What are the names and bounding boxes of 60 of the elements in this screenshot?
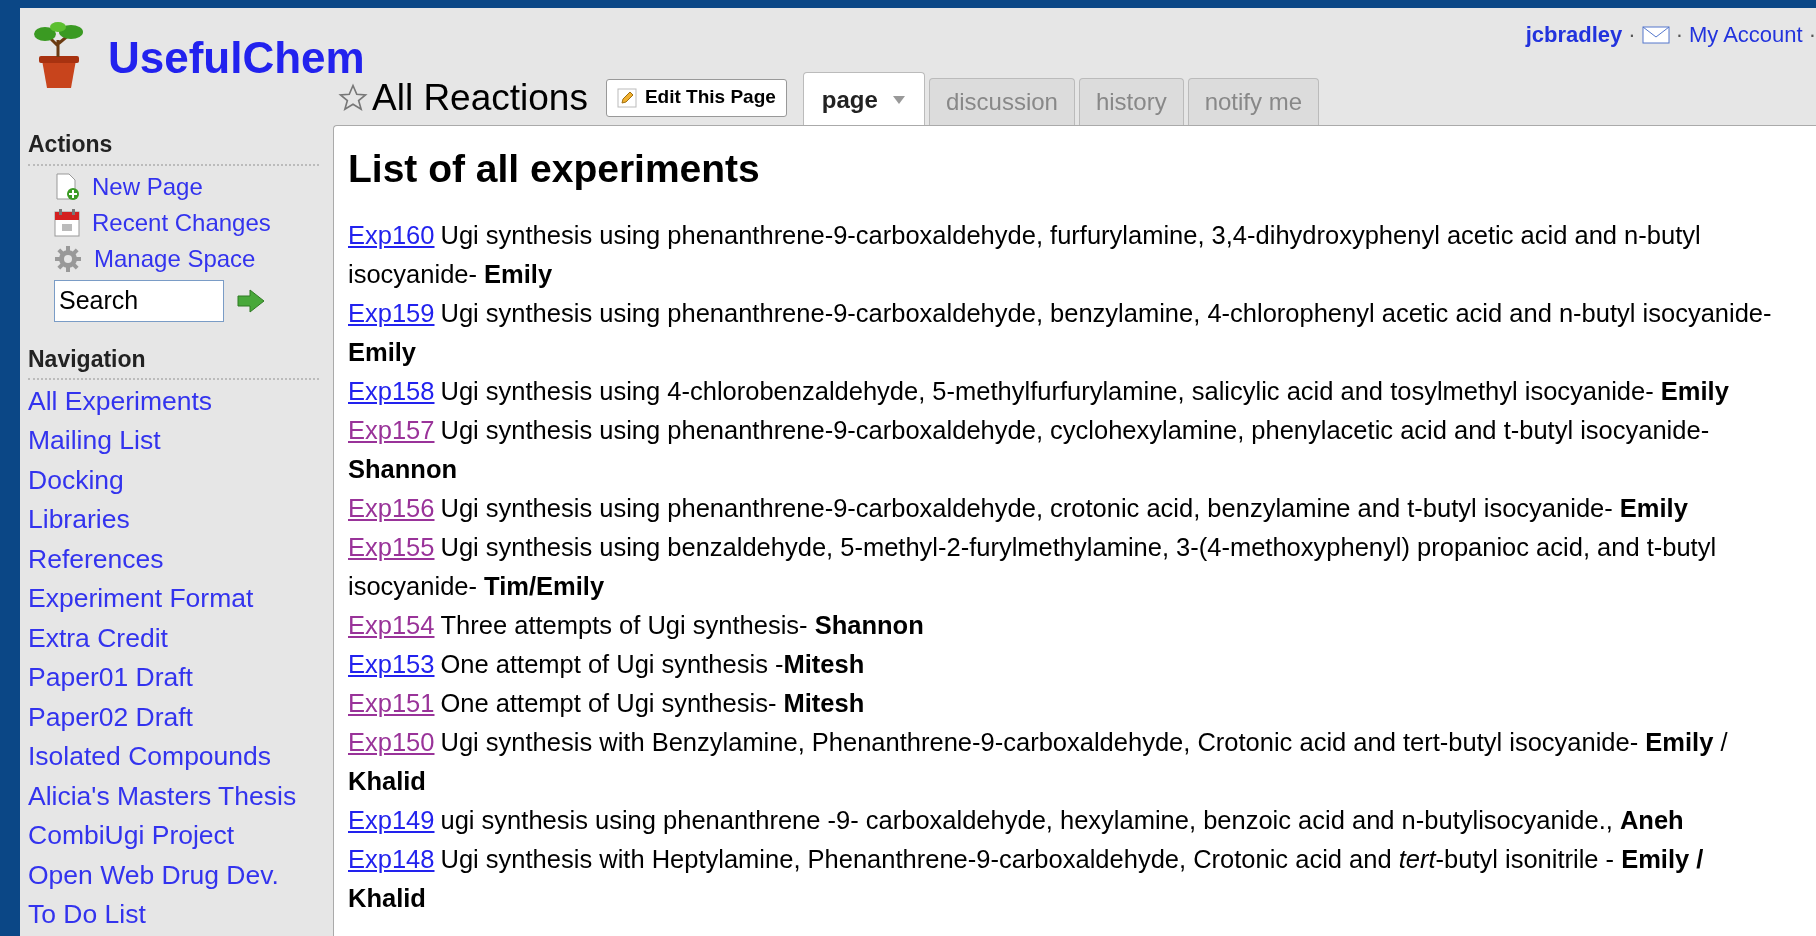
separator-dot: · — [1808, 22, 1816, 48]
pencil-icon — [616, 87, 637, 108]
action-link[interactable]: Recent Changes — [92, 204, 271, 241]
content-heading: List of all experiments — [348, 146, 761, 192]
nav-link[interactable]: To Do List — [28, 895, 146, 936]
experiment-link[interactable]: Exp149 — [348, 806, 435, 834]
separator-dot: · — [1675, 22, 1683, 48]
experiment-link[interactable]: Exp150 — [348, 728, 435, 756]
experiment-link[interactable]: Exp156 — [348, 494, 435, 522]
experiment-entry: Exp158 Ugi synthesis using 4-chlorobenzaldehyde, 5-methylfurfurylamine, salicylic acid and tosylmethyl isocyanide- Emily — [348, 376, 1730, 407]
experiment-link[interactable]: Exp153 — [348, 650, 435, 678]
experiment-link[interactable]: Exp158 — [348, 377, 435, 405]
action-link[interactable]: New Page — [92, 168, 203, 205]
nav-link[interactable]: Isolated Compounds — [28, 737, 272, 778]
separator-dot: · — [1628, 22, 1636, 48]
experiment-link[interactable]: Exp155 — [348, 533, 435, 561]
experiment-entry: Exp159 Ugi synthesis using phenanthrene-9-carboxaldehyde, benzylamine, 4-chlorophenyl acetic acid and n-butyl isocyanide- Emily — [348, 298, 1773, 368]
section-heading: Navigation — [28, 341, 319, 380]
experiment-entry: Exp155 Ugi synthesis using benzaldehyde, 5-methyl-2-furylmethylamine, 3-(4-methoxyphenyl) propanioc acid, and t-butyl isocyanide- Tim/Emily — [348, 532, 1718, 602]
calendar-icon — [54, 208, 80, 237]
edit-page-button[interactable]: Edit This Page — [605, 78, 787, 117]
gear-icon — [54, 244, 82, 273]
go-arrow-icon[interactable] — [236, 287, 266, 314]
action-link[interactable]: Manage Space — [94, 240, 256, 277]
site-title[interactable]: UsefulChem — [108, 34, 365, 82]
nav-link[interactable]: CombiUgi Project — [28, 816, 235, 857]
nav-link[interactable]: All Experiments — [28, 381, 213, 422]
experiment-link[interactable]: Exp154 — [348, 611, 435, 639]
nav-link[interactable]: References — [28, 539, 164, 580]
nav-link[interactable]: Open Web Drug Dev. — [28, 855, 279, 896]
username-link[interactable]: jcbradley — [1525, 22, 1623, 48]
nav-link[interactable]: Paper02 Draft — [28, 697, 193, 738]
page-title: All Reactions — [372, 76, 588, 119]
mail-icon[interactable] — [1641, 26, 1670, 44]
experiment-link[interactable]: Exp160 — [348, 221, 435, 249]
tab[interactable]: page — [802, 72, 925, 126]
nav-link[interactable]: Alicia's Masters Thesis — [28, 776, 297, 817]
nav-link[interactable]: Experiment Format — [28, 579, 254, 620]
experiment-link[interactable]: Exp148 — [348, 845, 435, 873]
experiment-entry: Exp160 Ugi synthesis using phenanthrene-9-carboxaldehyde, furfurylamine, 3,4-dihydroxyphenyl acetic acid and n-butyl isocyanide- Emily — [348, 220, 1702, 290]
experiment-entry: Exp149 ugi synthesis using phenanthrene -9- carboxaldehyde, hexylamine, benzoic acid and n-butylisocyanide., Aneh — [348, 805, 1685, 836]
search-field[interactable]: Search — [54, 279, 224, 322]
section-heading: Actions — [28, 127, 319, 166]
nav-link[interactable]: Extra Credit — [28, 618, 168, 659]
experiment-entry: Exp148 Ugi synthesis with Heptylamine, Phenanthrene-9-carboxaldehyde, Crotonic acid and tert-butyl isonitrile - Emily / Khalid — [348, 844, 1705, 914]
account-link[interactable]: My Account — [1688, 22, 1803, 48]
experiment-link[interactable]: Exp151 — [348, 689, 435, 717]
experiment-entry: Exp154 Three attempts of Ugi synthesis- Shannon — [348, 610, 925, 641]
star-icon[interactable] — [338, 82, 368, 113]
experiment-entry: Exp153 One attempt of Ugi synthesis -Mitesh — [348, 649, 866, 680]
new-page-icon — [54, 172, 80, 201]
nav-link[interactable]: Paper01 Draft — [28, 658, 193, 699]
experiment-entry: Exp156 Ugi synthesis using phenanthrene-9-carboxaldehyde, crotonic acid, benzylamine and t-butyl isocyanide- Emily — [348, 493, 1689, 524]
nav-link[interactable]: Docking — [28, 460, 124, 501]
experiment-entry: Exp157 Ugi synthesis using phenanthrene-9-carboxaldehyde, cyclohexylamine, phenylacetic acid and t-butyl isocyanide- Shannon — [348, 415, 1711, 485]
nav-link[interactable]: Libraries — [28, 500, 130, 541]
experiment-entry: Exp151 One attempt of Ugi synthesis- Mitesh — [348, 688, 866, 719]
experiment-link[interactable]: Exp157 — [348, 416, 435, 444]
experiment-link[interactable]: Exp159 — [348, 299, 435, 327]
nav-link[interactable]: Mailing List — [28, 421, 161, 462]
